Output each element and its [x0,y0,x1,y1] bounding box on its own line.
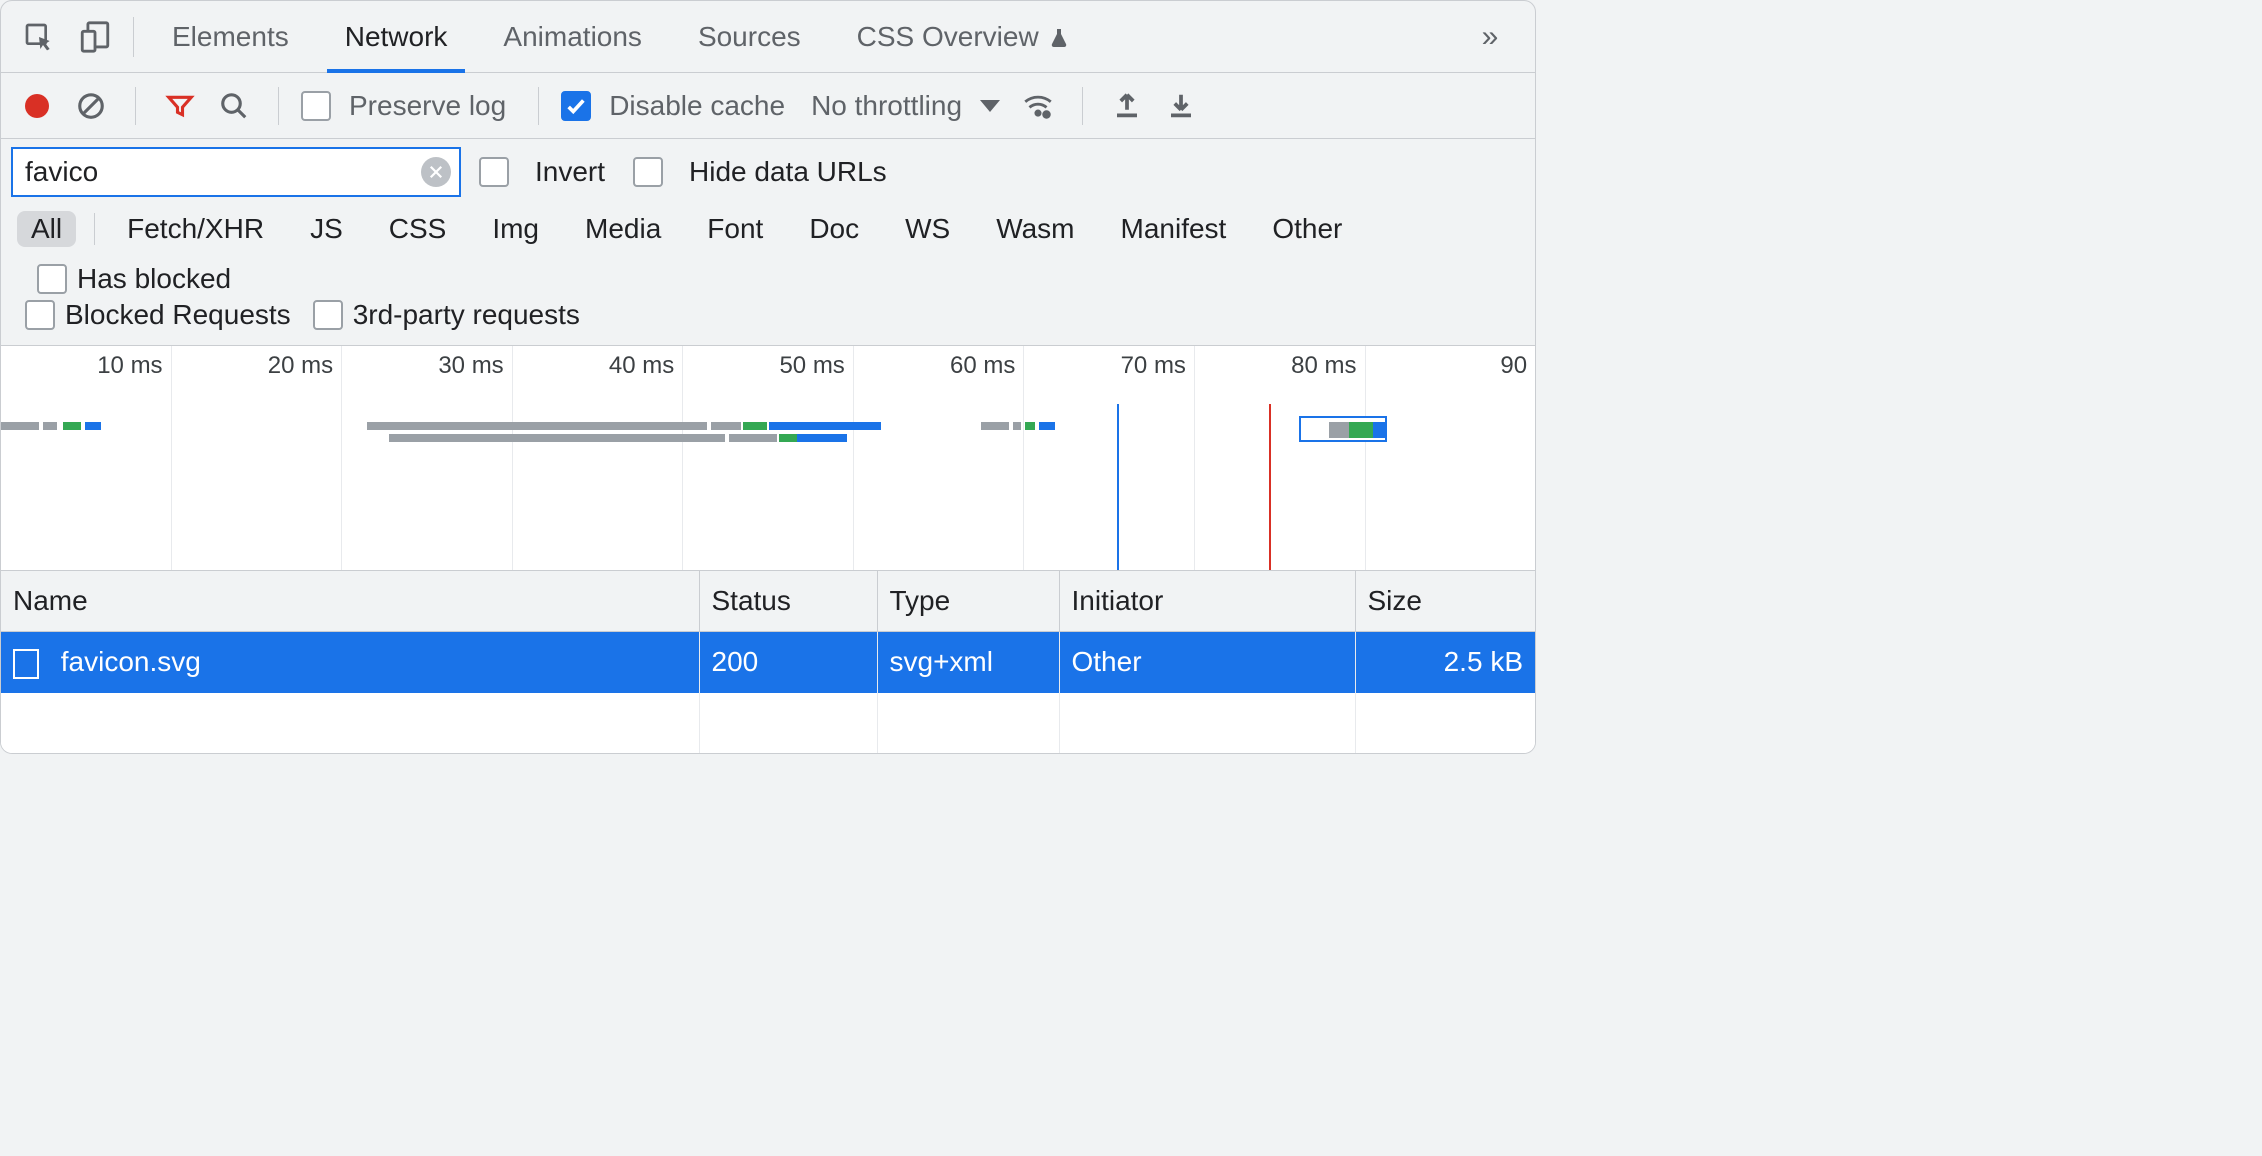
clear-filter-icon[interactable] [421,157,451,187]
type-filter-row-2: Blocked Requests 3rd-party requests [1,299,1535,345]
waterfall-overview[interactable]: 10 ms 20 ms 30 ms 40 ms 50 ms 60 ms 70 ms 80 ms… [1,345,1535,571]
network-conditions-icon[interactable] [1016,84,1060,128]
filter-bar: Invert Hide data URLs [1,139,1535,205]
throttling-select[interactable]: No throttling [805,90,1006,122]
record-button[interactable] [25,94,49,118]
separator [94,213,95,245]
waterfall-tick: 40 ms [513,346,684,570]
type-filter-js[interactable]: JS [296,211,357,247]
waterfall-tick: 20 ms [172,346,343,570]
column-header-initiator[interactable]: Initiator [1059,571,1355,632]
more-tabs-icon[interactable]: » [1455,20,1525,54]
clear-icon[interactable] [69,84,113,128]
waterfall-tick: 50 ms [683,346,854,570]
invert-checkbox[interactable] [479,157,509,187]
flask-icon [1047,26,1071,50]
has-blocked-label: Has blocked [77,263,231,295]
waterfall-tick-label: 40 ms [609,352,674,380]
waterfall-tick-label: 10 ms [97,352,162,380]
preserve-log-checkbox[interactable] [301,91,331,121]
search-icon[interactable] [212,84,256,128]
waterfall-tick: 90 [1366,346,1536,570]
tab-network[interactable]: Network [317,1,476,73]
third-party-checkbox[interactable] [313,300,343,330]
waterfall-tick-label: 20 ms [268,352,333,380]
device-toolbar-icon[interactable] [67,9,123,65]
waterfall-tick-label: 60 ms [950,352,1015,380]
cell-initiator: Other [1059,632,1355,693]
separator [1082,87,1083,125]
separator [133,17,134,57]
column-header-status[interactable]: Status [699,571,877,632]
export-har-icon[interactable] [1105,84,1149,128]
inspect-element-icon[interactable] [11,9,67,65]
type-filter-wasm[interactable]: Wasm [982,211,1088,247]
type-filter-all[interactable]: All [17,211,76,247]
waterfall-tick: 60 ms [854,346,1025,570]
preserve-log-label: Preserve log [349,90,506,122]
tab-elements[interactable]: Elements [144,1,317,73]
disable-cache-label: Disable cache [609,90,785,122]
type-filter-img[interactable]: Img [478,211,553,247]
column-header-name[interactable]: Name [1,571,699,632]
cell-type: svg+xml [877,632,1059,693]
waterfall-tick-label: 50 ms [779,352,844,380]
table-row[interactable]: favicon.svg 200 svg+xml Other 2.5 kB [1,632,1535,693]
filter-icon[interactable] [158,84,202,128]
throttling-label: No throttling [811,90,962,122]
separator [278,87,279,125]
request-table: Name Status Type Initiator Size favicon.… [1,571,1535,753]
hide-data-urls-checkbox[interactable] [633,157,663,187]
hide-data-urls-label: Hide data URLs [689,156,887,188]
blocked-requests-checkbox[interactable] [25,300,55,330]
network-toolbar: Preserve log Disable cache No throttling [1,73,1535,139]
devtools-tabs-bar: ElementsNetworkAnimationsSourcesCSS Over… [1,1,1535,73]
tab-sources[interactable]: Sources [670,1,829,73]
waterfall-tick: 10 ms [1,346,172,570]
column-header-type[interactable]: Type [877,571,1059,632]
type-filter-other[interactable]: Other [1258,211,1356,247]
type-filter-ws[interactable]: WS [891,211,964,247]
waterfall-tick: 80 ms [1195,346,1366,570]
cell-name: favicon.svg [61,646,201,677]
tab-animations[interactable]: Animations [475,1,670,73]
waterfall-tick-label: 90 [1500,352,1527,380]
waterfall-tick: 30 ms [342,346,513,570]
chevron-down-icon [980,100,1000,112]
cell-size: 2.5 kB [1355,632,1535,693]
blocked-requests-label: Blocked Requests [65,299,291,331]
cell-status: 200 [699,632,877,693]
third-party-label: 3rd-party requests [353,299,580,331]
type-filter-media[interactable]: Media [571,211,675,247]
waterfall-tick-label: 70 ms [1121,352,1186,380]
disable-cache-checkbox[interactable] [561,91,591,121]
waterfall-tick-label: 80 ms [1291,352,1356,380]
separator [538,87,539,125]
tab-css-overview[interactable]: CSS Overview [829,1,1099,73]
type-filter-font[interactable]: Font [693,211,777,247]
table-row-empty [1,693,1535,753]
type-filter-doc[interactable]: Doc [795,211,873,247]
waterfall-tick: 70 ms [1024,346,1195,570]
column-header-size[interactable]: Size [1355,571,1535,632]
type-filter-manifest[interactable]: Manifest [1107,211,1241,247]
separator [135,87,136,125]
filter-input-wrap [11,147,461,197]
filter-input[interactable] [13,156,421,188]
invert-label: Invert [535,156,605,188]
file-icon [13,649,39,679]
has-blocked-checkbox[interactable] [37,264,67,294]
waterfall-tick-label: 30 ms [438,352,503,380]
import-har-icon[interactable] [1159,84,1203,128]
type-filter-css[interactable]: CSS [375,211,461,247]
type-filter-fetch-xhr[interactable]: Fetch/XHR [113,211,278,247]
type-filter-row: All Fetch/XHR JS CSS Img Media Font Doc WS Wasm Ma… [1,205,1535,299]
